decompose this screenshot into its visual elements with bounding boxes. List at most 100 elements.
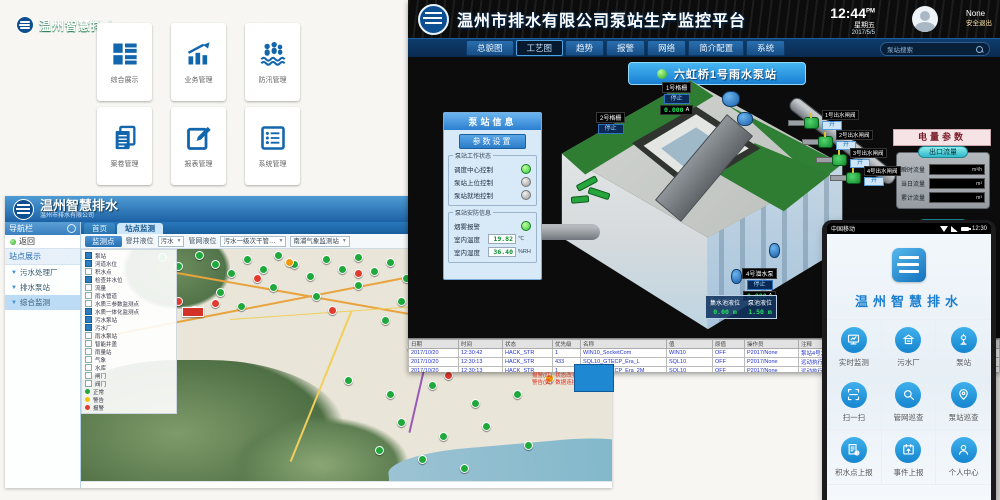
back-button[interactable]: 返回 [5,235,80,249]
layer-checkbox[interactable] [85,364,92,371]
launcher-tile-报表管理[interactable]: 报表管理 [171,107,226,185]
layer-checkbox[interactable] [85,316,92,323]
sidebar-item-污水处理厂[interactable]: ▼污水处理厂 [5,265,80,280]
filter-dropdown[interactable]: 污水▼ [158,236,185,247]
map-marker[interactable] [259,265,268,274]
map-marker[interactable] [274,251,283,260]
tab-站点监测[interactable]: 站点监测 [117,223,163,234]
launcher-tile-防汛管理[interactable]: 防汛管理 [245,23,300,101]
app-item-积水点上报[interactable]: 积水点上报 [827,430,882,485]
map-marker[interactable] [354,253,363,262]
layer-row[interactable]: 泵站 [85,252,173,259]
app-item-扫一扫[interactable]: 扫一扫 [827,375,882,430]
layer-row[interactable]: 积水点 [85,268,173,275]
layer-row[interactable]: 气象 [85,356,173,363]
selected-station-label[interactable] [182,307,204,317]
map-marker[interactable] [428,381,437,390]
map-marker[interactable] [237,302,246,311]
parameter-settings-button[interactable]: 参数设置 [459,134,525,149]
map-marker[interactable] [375,446,384,455]
app-item-污水厂[interactable]: 污水厂 [882,320,937,375]
layer-checkbox[interactable] [85,380,92,387]
map-marker[interactable] [397,418,406,427]
sidebar-item-综合监测[interactable]: ▼综合监测 [5,295,80,310]
layer-checkbox[interactable] [85,308,92,315]
map-marker[interactable] [418,455,427,464]
app-item-实时监测[interactable]: 实时监测 [827,320,882,375]
layer-checkbox[interactable] [85,252,92,259]
power-parameters-button[interactable]: 电量参数 [893,129,991,146]
scada-tab-总貌图[interactable]: 总貌图 [466,40,514,56]
layer-checkbox[interactable] [85,268,92,275]
map-marker[interactable] [306,272,315,281]
map-marker[interactable] [312,292,321,301]
app-item-个人中心[interactable]: 个人中心 [936,430,991,485]
map-marker[interactable] [381,316,390,325]
layer-checkbox[interactable] [85,284,92,291]
map-marker[interactable] [397,297,406,306]
map-marker[interactable] [338,265,347,274]
map-marker[interactable] [322,255,331,264]
scada-tab-简介配置[interactable]: 简介配置 [688,40,744,56]
map-marker[interactable] [513,390,522,399]
filter-dropdown[interactable]: 南浦气象监测站▼ [290,236,349,247]
scada-tab-报警[interactable]: 报警 [606,40,645,56]
valve-icon[interactable] [832,154,847,166]
layer-checkbox[interactable] [85,292,92,299]
map-marker[interactable] [524,441,533,450]
map-marker[interactable] [354,269,363,278]
map-marker[interactable] [386,258,395,267]
layer-row[interactable]: 智能井盖 [85,340,173,347]
layer-row[interactable]: 雨水泵站 [85,332,173,339]
map-marker[interactable] [354,281,363,290]
app-item-管网巡查[interactable]: 管网巡查 [882,375,937,430]
filter-dropdown[interactable]: 污水一级次干管…▼ [220,236,286,247]
app-item-泵站[interactable]: 泵站 [936,320,991,375]
gear-icon[interactable] [67,224,76,233]
app-item-事件上报[interactable]: 事件上报 [882,430,937,485]
layer-row[interactable]: 闸门 [85,372,173,379]
map-marker[interactable] [253,274,262,283]
map-marker[interactable] [195,251,204,260]
layer-row[interactable]: 流量 [85,284,173,291]
scada-tab-系统[interactable]: 系统 [746,40,785,56]
layer-checkbox[interactable] [85,332,92,339]
map-marker[interactable] [439,432,448,441]
map-marker[interactable] [285,258,294,267]
map-marker[interactable] [243,255,252,264]
settings-icon[interactable] [67,252,76,261]
launcher-tile-案卷管理[interactable]: 案卷管理 [97,107,152,185]
layer-row[interactable]: 水质一体化监测点 [85,308,173,315]
layer-checkbox[interactable] [85,348,92,355]
map-marker[interactable] [328,306,337,315]
layer-checkbox[interactable] [85,276,92,283]
layer-row[interactable]: 水库 [85,364,173,371]
scada-tab-网络[interactable]: 网络 [647,40,686,56]
layer-checkbox[interactable] [85,372,92,379]
map-marker[interactable] [386,390,395,399]
layer-row[interactable]: 阀门 [85,380,173,387]
map-marker[interactable] [211,260,220,269]
map-marker[interactable] [370,267,379,276]
monitor-points-button[interactable]: 监测点 [85,236,122,247]
scada-tab-趋势[interactable]: 趋势 [565,40,604,56]
launcher-tile-系统管理[interactable]: 系统管理 [245,107,300,185]
map-marker[interactable] [482,422,491,431]
layer-checkbox[interactable] [85,324,92,331]
app-item-泵站巡查[interactable]: 泵站巡查 [936,375,991,430]
map-marker[interactable] [216,288,225,297]
avatar[interactable] [912,6,938,32]
map-marker[interactable] [471,399,480,408]
valve-icon[interactable] [818,136,833,148]
layer-checkbox[interactable] [85,356,92,363]
layer-checkbox[interactable] [85,300,92,307]
map-marker[interactable] [344,376,353,385]
map-marker[interactable] [211,299,220,308]
layer-row[interactable]: 污水厂 [85,324,173,331]
map-marker[interactable] [227,269,236,278]
layer-row[interactable]: 雨水管道 [85,292,173,299]
sidebar-item-排水泵站[interactable]: ▼排水泵站 [5,280,80,295]
launcher-tile-综合展示[interactable]: 综合展示 [97,23,152,101]
layer-checkbox[interactable] [85,340,92,347]
layer-row[interactable]: 污水泵站 [85,316,173,323]
